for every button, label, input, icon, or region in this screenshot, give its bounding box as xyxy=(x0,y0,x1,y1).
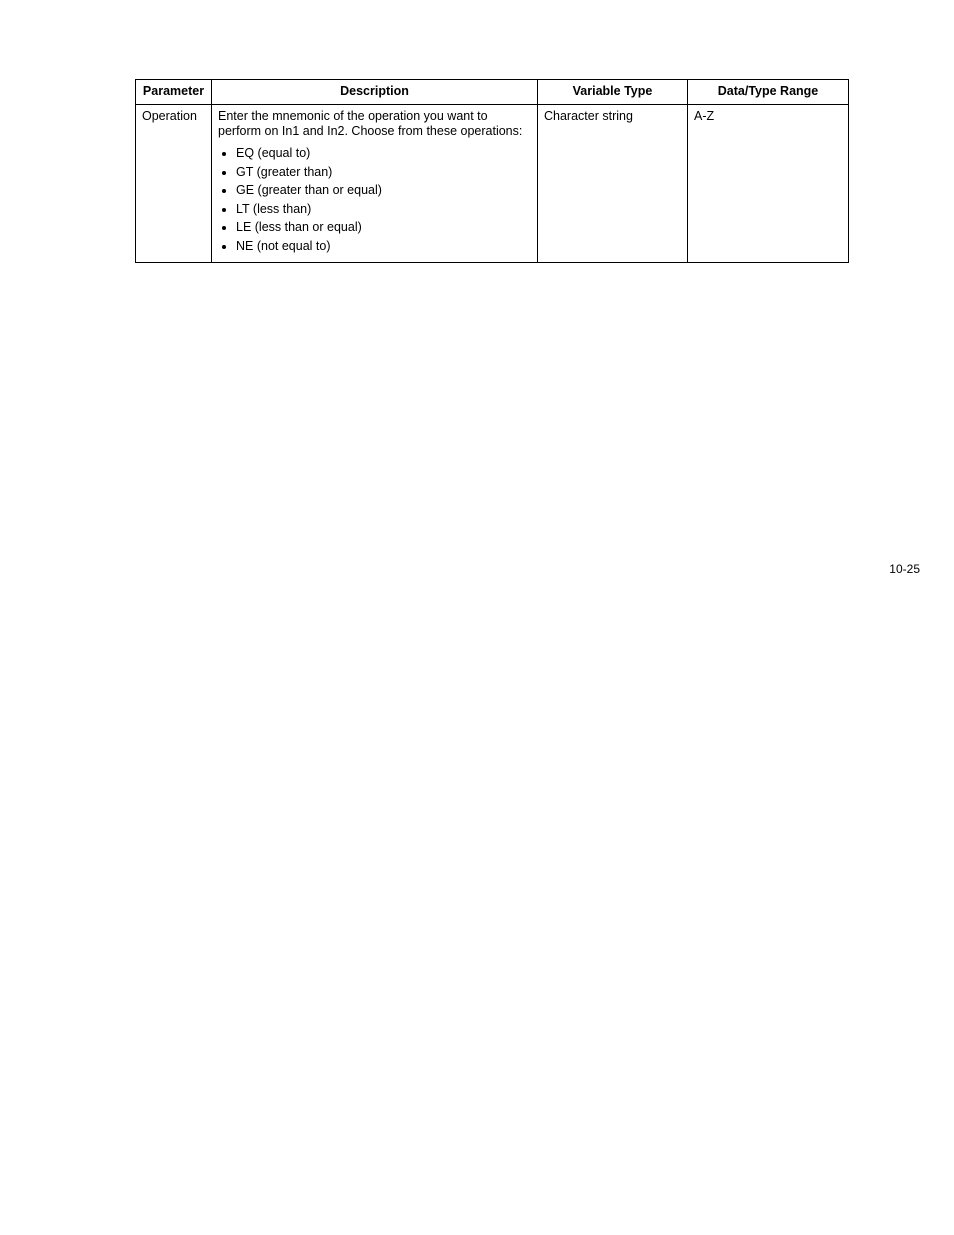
table-row: Operation Enter the mnemonic of the oper… xyxy=(136,104,849,262)
table-header-row: Parameter Description Variable Type Data… xyxy=(136,80,849,105)
col-header-description: Description xyxy=(212,80,538,105)
cell-description: Enter the mnemonic of the operation you … xyxy=(212,104,538,262)
page-number: 10-25 xyxy=(889,562,920,576)
list-item: EQ (equal to) xyxy=(236,146,531,162)
parameter-table: Parameter Description Variable Type Data… xyxy=(135,79,849,263)
page: Parameter Description Variable Type Data… xyxy=(0,0,954,1235)
description-intro: Enter the mnemonic of the operation you … xyxy=(218,109,522,139)
list-item: LE (less than or equal) xyxy=(236,220,531,236)
list-item: NE (not equal to) xyxy=(236,239,531,255)
col-header-parameter: Parameter xyxy=(136,80,212,105)
cell-range: A-Z xyxy=(688,104,849,262)
operations-list: EQ (equal to) GT (greater than) GE (grea… xyxy=(218,146,531,255)
list-item: GT (greater than) xyxy=(236,165,531,181)
col-header-variable-type: Variable Type xyxy=(538,80,688,105)
list-item: LT (less than) xyxy=(236,202,531,218)
col-header-range: Data/Type Range xyxy=(688,80,849,105)
cell-variable-type: Character string xyxy=(538,104,688,262)
cell-parameter: Operation xyxy=(136,104,212,262)
list-item: GE (greater than or equal) xyxy=(236,183,531,199)
